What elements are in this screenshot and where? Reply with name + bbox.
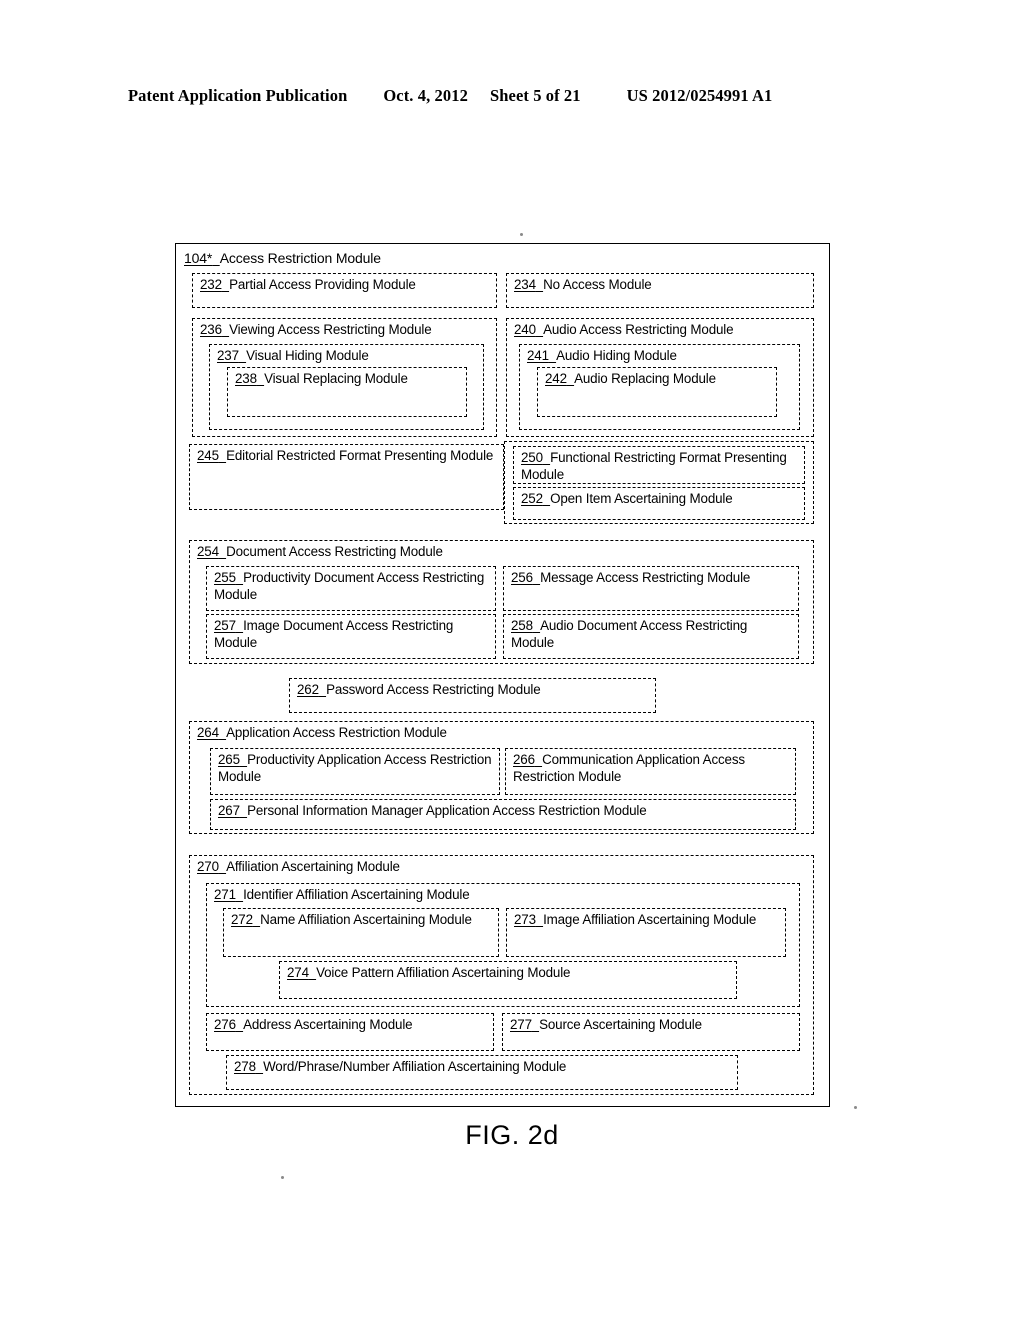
module-272-box: 272 Name Affiliation Ascertaining Module xyxy=(223,908,499,957)
module-255-text: 255 Productivity Document Access Restrict… xyxy=(214,570,485,602)
module-265-text: 265 Productivity Application Access Restr… xyxy=(218,752,492,784)
module-271-box: 271 Identifier Affiliation Ascertaining M… xyxy=(206,883,800,1007)
module-236-box: 236 Viewing Access Restricting Module 237… xyxy=(192,318,497,437)
page-header: Patent Application Publication Oct. 4, 2… xyxy=(128,86,896,110)
module-237-box: 237 Visual Hiding Module 238 Visual Replac… xyxy=(209,344,484,430)
module-277-text: 277 Source Ascertaining Module xyxy=(510,1017,702,1032)
module-264-box: 264 Application Access Restriction Module… xyxy=(189,721,814,834)
module-252-text: 252 Open Item Ascertaining Module xyxy=(521,491,733,506)
module-232-box: 232 Partial Access Providing Module xyxy=(192,273,497,308)
module-265-box: 265 Productivity Application Access Restr… xyxy=(210,748,500,795)
module-242-box: 242 Audio Replacing Module xyxy=(537,367,777,417)
module-104-title: Access Restriction Module xyxy=(219,250,381,266)
module-262-text: 262 Password Access Restricting Module xyxy=(297,682,541,697)
module-273-box: 273 Image Affiliation Ascertaining Module xyxy=(506,908,786,957)
figure-caption: FIG. 2d xyxy=(465,1120,559,1150)
module-274-text: 274 Voice Pattern Affiliation Ascertainin… xyxy=(287,965,571,980)
scan-artifact xyxy=(854,1106,857,1109)
module-238-text: 238 Visual Replacing Module xyxy=(235,371,408,386)
module-250-text: 250 Functional Restricting Format Present… xyxy=(521,450,787,482)
module-237-text: 237 Visual Hiding Module xyxy=(217,348,369,363)
module-245-box: 245 Editorial Restricted Format Presentin… xyxy=(189,444,504,510)
module-250-252-group-box: 250 Functional Restricting Format Present… xyxy=(504,441,814,524)
module-256-box: 256 Message Access Restricting Module xyxy=(503,566,799,611)
module-273-text: 273 Image Affiliation Ascertaining Module xyxy=(514,912,757,927)
module-276-text: 276 Address Ascertaining Module xyxy=(214,1017,413,1032)
module-104-number: 104* xyxy=(184,250,213,266)
header-patent-number: US 2012/0254991 A1 xyxy=(626,86,773,105)
module-266-box: 266 Communication Application Access Rest… xyxy=(505,748,796,795)
header-date: Oct. 4, 2012 xyxy=(383,86,468,105)
module-257-box: 257 Image Document Access Restricting Mod… xyxy=(206,614,496,659)
module-266-text: 266 Communication Application Access Rest… xyxy=(513,752,745,784)
module-257-text: 257 Image Document Access Restricting Mod… xyxy=(214,618,454,650)
module-271-text: 271 Identifier Affiliation Ascertaining M… xyxy=(214,887,470,902)
module-240-text: 240 Audio Access Restricting Module xyxy=(514,322,734,337)
module-270-box: 270 Affiliation Ascertaining Module 271 Id… xyxy=(189,855,814,1095)
scan-artifact xyxy=(520,233,523,236)
module-254-text: 254 Document Access Restricting Module xyxy=(197,544,443,559)
module-234-box: 234 No Access Module xyxy=(506,273,814,308)
module-245-text: 245 Editorial Restricted Format Presentin… xyxy=(197,448,494,463)
module-241-box: 241 Audio Hiding Module 242 Audio Replacin… xyxy=(519,344,800,430)
module-104-label: 104* Access Restriction Module xyxy=(184,250,381,267)
module-264-text: 264 Application Access Restriction Module xyxy=(197,725,447,740)
module-236-text: 236 Viewing Access Restricting Module xyxy=(200,322,432,337)
module-258-box: 258 Audio Document Access Restricting Mod… xyxy=(503,614,799,659)
module-267-box: 267 Personal Information Manager Applicat… xyxy=(210,799,796,830)
scan-artifact xyxy=(281,1176,284,1179)
module-267-text: 267 Personal Information Manager Applicat… xyxy=(218,803,647,818)
header-sheet-number: Sheet 5 of 21 xyxy=(489,86,581,105)
module-272-text: 272 Name Affiliation Ascertaining Module xyxy=(231,912,472,927)
figure-diagram-frame: 104* Access Restriction Module 232 Partial… xyxy=(175,243,830,1107)
module-258-text: 258 Audio Document Access Restricting Mod… xyxy=(511,618,748,650)
module-242-text: 242 Audio Replacing Module xyxy=(545,371,716,386)
module-278-box: 278 Word/Phrase/Number Affiliation Ascert… xyxy=(226,1055,738,1090)
module-262-box: 262 Password Access Restricting Module xyxy=(289,678,656,713)
module-256-text: 256 Message Access Restricting Module xyxy=(511,570,751,585)
module-274-box: 274 Voice Pattern Affiliation Ascertainin… xyxy=(279,961,737,999)
module-240-box: 240 Audio Access Restricting Module 241 Au… xyxy=(506,318,814,437)
module-278-text: 278 Word/Phrase/Number Affiliation Ascert… xyxy=(234,1059,567,1074)
module-232-text: 232 Partial Access Providing Module xyxy=(200,277,416,292)
module-277-box: 277 Source Ascertaining Module xyxy=(502,1013,800,1051)
module-276-box: 276 Address Ascertaining Module xyxy=(206,1013,494,1051)
module-250-box: 250 Functional Restricting Format Present… xyxy=(513,446,805,484)
module-241-text: 241 Audio Hiding Module xyxy=(527,348,677,363)
module-234-text: 234 No Access Module xyxy=(514,277,652,292)
module-270-text: 270 Affiliation Ascertaining Module xyxy=(197,859,400,874)
module-238-box: 238 Visual Replacing Module xyxy=(227,367,467,417)
module-255-box: 255 Productivity Document Access Restrict… xyxy=(206,566,496,611)
module-252-box: 252 Open Item Ascertaining Module xyxy=(513,487,805,520)
header-publication: Patent Application Publication xyxy=(128,86,348,105)
module-254-box: 254 Document Access Restricting Module 25… xyxy=(189,540,814,664)
